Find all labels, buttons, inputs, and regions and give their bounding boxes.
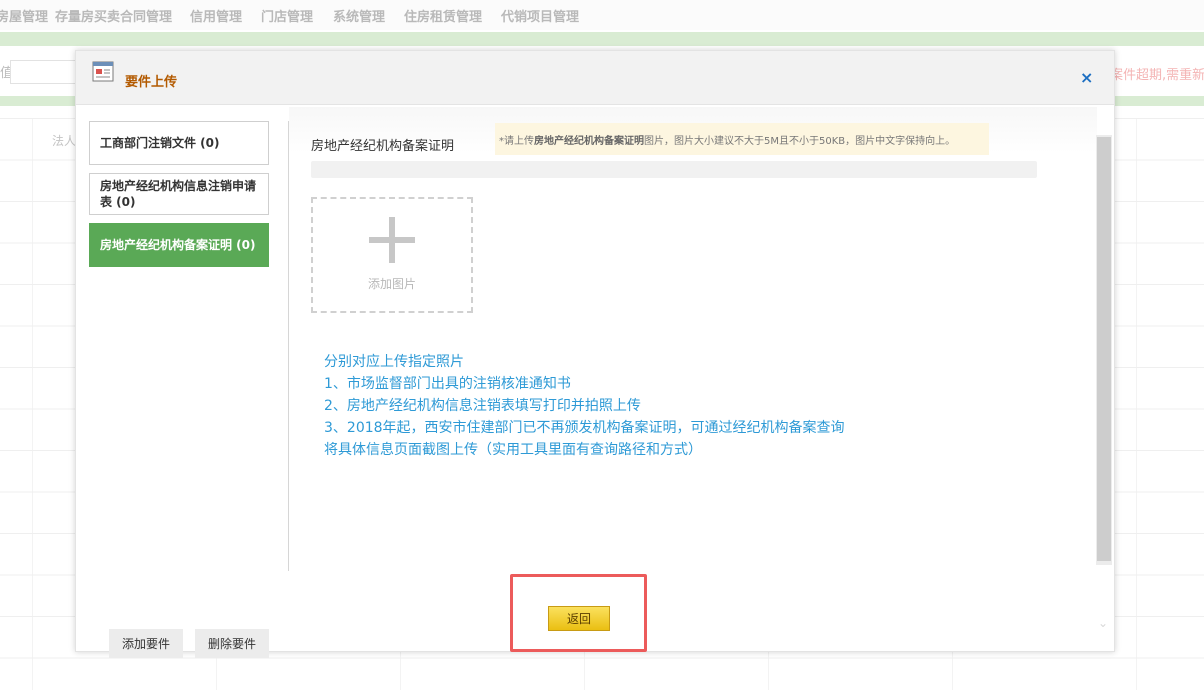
document-field-label: 房地产经纪机构备案证明 [311,139,455,154]
hint-document-name: 房地产经纪机构备案证明 [534,136,644,147]
sidebar-item-label: 工商部门注销文件 (0) [100,136,220,150]
return-button[interactable]: 返回 [548,606,610,631]
instruction-line: 3、2018年起，西安市住建部门已不再颁发机构备案证明，可通过经纪机构备案查询 [324,420,845,436]
sidebar-item-agency-record-certificate[interactable]: 房地产经纪机构备案证明 (0) [89,223,269,267]
document-form-icon [92,61,114,82]
plus-icon-vertical [389,217,395,263]
content-scrollbar[interactable] [1096,135,1112,565]
sidebar-item-agency-cancellation-form[interactable]: 房地产经纪机构信息注销申请表 (0) [89,173,269,215]
instruction-line: 分别对应上传指定照片 [324,354,464,370]
dialog-title: 要件上传 [125,75,178,90]
hint-prefix: *请上传 [499,136,534,147]
upload-content-panel: 房地产经纪机构备案证明 *请上传房地产经纪机构备案证明图片，图片大小建议不大于5… [289,107,1097,577]
document-list-panel: 工商部门注销文件 (0) 房地产经纪机构信息注销申请表 (0) 房地产经纪机构备… [76,107,288,658]
nav-item-store[interactable]: 门店管理 [261,6,313,25]
hint-suffix: 图片，图片大小建议不大于5M且不小于50KB，图片中文字保持向上。 [644,136,956,147]
add-document-button[interactable]: 添加要件 [109,629,183,658]
scrollbar-thumb[interactable] [1097,137,1111,561]
upload-hint: *请上传房地产经纪机构备案证明图片，图片大小建议不大于5M且不小于50KB，图片… [495,123,989,155]
warning-text: 案件超期,需重新申 [1110,68,1204,83]
sidebar-item-label: 房地产经纪机构备案证明 (0) [100,238,256,252]
close-icon[interactable]: × [1080,68,1093,87]
upload-documents-dialog: 要件上传 × 工商部门注销文件 (0) 房地产经纪机构信息注销申请表 (0) 房… [75,50,1115,658]
instruction-line: 将具体信息页面截图上传（实用工具里面有查询路径和方式） [324,442,702,458]
nav-item-contract[interactable]: 存量房买卖合同管理 [55,6,172,25]
search-input[interactable] [10,60,80,84]
delete-document-button[interactable]: 删除要件 [195,629,269,658]
dialog-header: 要件上传 × [76,51,1114,105]
table-header-legal-person: 法人 [52,134,77,148]
top-navigation: 房屋管理 存量房买卖合同管理 信用管理 门店管理 系统管理 住房租赁管理 代销项… [0,0,1204,30]
sidebar-item-label: 房地产经纪机构信息注销申请表 (0) [100,179,257,209]
background-banner [0,32,1204,46]
nav-item-housing[interactable]: 房屋管理 [0,6,48,25]
nav-item-consignment[interactable]: 代销项目管理 [501,6,579,25]
nav-item-rental[interactable]: 住房租赁管理 [404,6,482,25]
chevron-down-icon: ⌄ [1098,616,1109,630]
upload-instructions: 分别对应上传指定照片 1、市场监督部门出具的注销核准通知书 2、房地产经纪机构信… [324,351,845,461]
nav-item-credit[interactable]: 信用管理 [190,6,242,25]
nav-item-system[interactable]: 系统管理 [333,6,385,25]
instruction-line: 1、市场监督部门出具的注销核准通知书 [324,376,571,392]
add-photo-label: 添加图片 [367,277,416,291]
instruction-line: 2、房地产经纪机构信息注销表填写打印并拍照上传 [324,398,641,414]
add-photo-button[interactable]: 添加图片 [311,197,473,313]
sidebar-item-business-cancellation[interactable]: 工商部门注销文件 (0) [89,121,269,165]
upload-progress-bar [311,161,1037,178]
